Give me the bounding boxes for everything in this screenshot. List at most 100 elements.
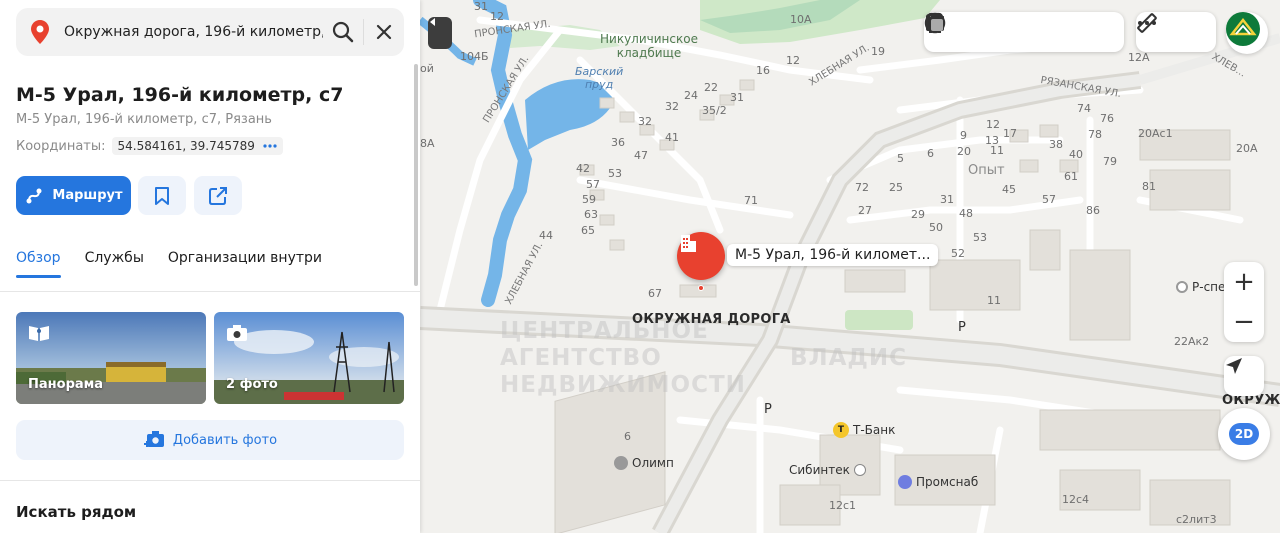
house-number: 52 bbox=[951, 247, 965, 260]
road-label-okruzhnaya: ОКРУЖНАЯ ДОРОГА bbox=[632, 312, 791, 327]
photos-thumbnail[interactable]: 2 фото bbox=[214, 312, 404, 404]
search-input[interactable] bbox=[64, 24, 323, 40]
house-number: 74 bbox=[1077, 102, 1091, 115]
route-button[interactable]: Маршрут bbox=[16, 176, 131, 215]
bookmark-button[interactable] bbox=[138, 176, 186, 215]
place-title: М-5 Урал, 196-й километр, с7 bbox=[16, 84, 344, 106]
panorama-button[interactable] bbox=[926, 16, 1001, 47]
navigation-arrow-icon bbox=[1226, 358, 1242, 374]
house-number: 57 bbox=[1042, 193, 1056, 206]
house-number: 27 bbox=[858, 204, 872, 217]
selected-place-pin[interactable] bbox=[677, 232, 725, 280]
poi-sibintek[interactable]: Сибинтек bbox=[789, 463, 866, 477]
zoom-in-button[interactable]: + bbox=[1224, 262, 1264, 302]
profile-button[interactable] bbox=[1226, 12, 1268, 54]
house-number: 76 bbox=[1100, 112, 1114, 125]
house-number: 11 bbox=[987, 294, 1001, 307]
search-button[interactable] bbox=[323, 21, 363, 43]
tab-services[interactable]: Службы bbox=[85, 250, 144, 278]
zoom-out-button[interactable]: − bbox=[1224, 302, 1264, 342]
photos-count-label: 2 фото bbox=[226, 377, 278, 392]
house-number: 8А bbox=[420, 137, 435, 150]
house-number: 38 bbox=[1049, 138, 1063, 151]
house-number: 20А bbox=[1236, 142, 1258, 155]
sidebar-scrollbar[interactable] bbox=[414, 64, 418, 286]
house-number: 40 bbox=[1069, 148, 1083, 161]
house-number: 65 bbox=[581, 224, 595, 237]
more-button[interactable] bbox=[1138, 17, 1211, 47]
house-number: 47 bbox=[634, 149, 648, 162]
tab-organizations[interactable]: Организации внутри bbox=[168, 250, 322, 278]
add-photo-button[interactable]: Добавить фото bbox=[16, 420, 404, 460]
map-type-button[interactable] bbox=[925, 13, 1114, 47]
share-icon bbox=[209, 186, 227, 205]
house-number: 53 bbox=[608, 167, 622, 180]
house-number: 57 bbox=[586, 178, 600, 191]
coordinates-label: Координаты: bbox=[16, 138, 106, 154]
pin-label[interactable]: М-5 Урал, 196-й километ... bbox=[727, 244, 939, 266]
photos-layer-button[interactable] bbox=[926, 15, 1039, 47]
house-number: 36 bbox=[611, 136, 625, 149]
village-label: Опыт bbox=[968, 163, 1005, 178]
poi-rspec[interactable]: Р-спе bbox=[1176, 280, 1225, 294]
house-number: 12с1 bbox=[829, 499, 857, 512]
house-number: 24 bbox=[684, 89, 698, 102]
house-number: 17 bbox=[1003, 127, 1017, 140]
house-number: с2лит3 bbox=[1176, 513, 1217, 526]
more-dots-icon bbox=[1138, 21, 1156, 25]
house-number: 50 bbox=[929, 221, 943, 234]
share-button[interactable] bbox=[194, 176, 242, 215]
route-label: Маршрут bbox=[52, 188, 123, 203]
cemetery-label: Никуличинское кладбище bbox=[600, 32, 698, 60]
camera-icon bbox=[226, 324, 248, 346]
close-icon bbox=[376, 24, 392, 40]
collapse-sidebar-button[interactable] bbox=[428, 17, 452, 49]
shop-icon bbox=[614, 456, 628, 470]
search-bar bbox=[16, 8, 404, 56]
house-number: 29 bbox=[911, 208, 925, 221]
house-number: 59 bbox=[582, 193, 596, 206]
route-icon bbox=[26, 188, 42, 203]
pin-point bbox=[698, 285, 704, 291]
house-number: 12 bbox=[786, 54, 800, 67]
poi-marker-icon bbox=[1176, 281, 1188, 293]
search-icon bbox=[332, 21, 354, 43]
house-number: 16 bbox=[756, 64, 770, 77]
search-nearby-heading: Искать рядом bbox=[16, 503, 137, 521]
square-layers-icon bbox=[925, 13, 943, 31]
poi-promsnab[interactable]: Промснаб bbox=[898, 475, 978, 489]
house-number: 12с4 bbox=[1062, 493, 1090, 506]
house-number: 20 bbox=[957, 145, 971, 158]
view-mode-button[interactable]: 2D bbox=[1218, 408, 1270, 460]
house-number: 41 bbox=[665, 131, 679, 144]
tab-overview[interactable]: Обзор bbox=[16, 250, 61, 278]
place-sidebar: М-5 Урал, 196-й километр, с7 М-5 Урал, 1… bbox=[0, 0, 420, 533]
house-number: 78 bbox=[1088, 128, 1102, 141]
house-number: 12 bbox=[490, 10, 504, 23]
my-location-button[interactable] bbox=[1224, 356, 1264, 396]
house-number: 31 bbox=[940, 193, 954, 206]
house-number: 42 bbox=[576, 162, 590, 175]
panorama-label: Панорама bbox=[28, 377, 104, 392]
house-number: 6 bbox=[624, 430, 631, 443]
poi-olimp[interactable]: Олимп bbox=[614, 456, 674, 470]
location-pin-icon bbox=[16, 20, 64, 44]
transport-button[interactable] bbox=[926, 12, 1077, 47]
panorama-thumbnail[interactable]: Панорама bbox=[16, 312, 206, 404]
add-photo-label: Добавить фото bbox=[172, 432, 278, 448]
house-number: 53 bbox=[973, 231, 987, 244]
map-tools-toolbar bbox=[1136, 12, 1216, 52]
triangle-left-icon bbox=[430, 18, 435, 26]
house-number: 6 bbox=[927, 147, 934, 160]
house-number: 12А bbox=[1128, 51, 1150, 64]
house-number: 61 bbox=[1064, 170, 1078, 183]
poi-tbank[interactable]: T Т-Банк bbox=[833, 422, 895, 438]
clear-search-button[interactable] bbox=[364, 24, 404, 40]
house-number: 20Ас1 bbox=[1138, 127, 1173, 140]
watermark: ЦЕНТРАЛЬНОЕ АГЕНТСТВО НЕДВИЖИМОСТИ bbox=[500, 318, 746, 398]
house-number: 25 bbox=[889, 181, 903, 194]
coordinates-chip[interactable]: 54.584161, 39.745789 bbox=[111, 137, 283, 155]
watermark-brand: ВЛАДИС bbox=[790, 345, 908, 371]
house-number: 35/2 bbox=[702, 104, 727, 117]
house-number: 22 bbox=[704, 81, 718, 94]
